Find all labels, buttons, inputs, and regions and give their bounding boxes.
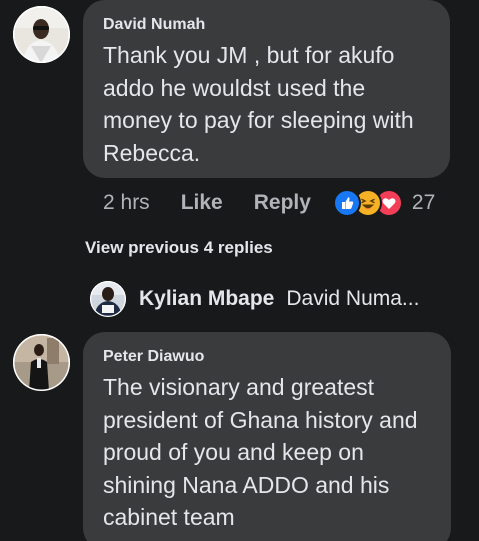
avatar-peter-diawuo[interactable] — [13, 334, 70, 391]
comment-text: Thank you JM , but for akufo addo he wou… — [103, 42, 414, 166]
comment-author[interactable]: Peter Diawuo — [103, 347, 433, 367]
comment-text: The visionary and greatest president of … — [103, 374, 418, 530]
reaction-count[interactable]: 27 — [412, 191, 435, 215]
profile-photo-icon — [90, 281, 126, 317]
comment-actions: 2 hrs Like Reply 27 — [103, 186, 463, 220]
reaction-summary[interactable] — [332, 189, 403, 217]
comment-thread: David Numah Thank you JM , but for akufo… — [0, 0, 479, 541]
avatar-kylian-mbape[interactable] — [90, 281, 126, 317]
comment-bubble[interactable]: David Numah Thank you JM , but for akufo… — [83, 0, 450, 178]
like-button[interactable]: Like — [181, 191, 223, 215]
reply-snippet: David Numa... — [286, 287, 420, 310]
comment-timestamp[interactable]: 2 hrs — [103, 191, 150, 215]
profile-photo-icon — [13, 6, 70, 63]
reply-preview[interactable]: Kylian Mbape David Numa... — [90, 280, 470, 318]
like-reaction-icon — [332, 189, 361, 217]
reply-button[interactable]: Reply — [254, 191, 311, 215]
comment-author[interactable]: David Numah — [103, 15, 432, 35]
view-previous-replies-link[interactable]: View previous 4 replies — [85, 238, 273, 258]
comment-bubble[interactable]: Peter Diawuo The visionary and greatest … — [83, 332, 451, 541]
avatar-david-numah[interactable] — [13, 6, 70, 63]
reply-author[interactable]: Kylian Mbape — [139, 287, 274, 311]
profile-photo-icon — [13, 334, 70, 391]
